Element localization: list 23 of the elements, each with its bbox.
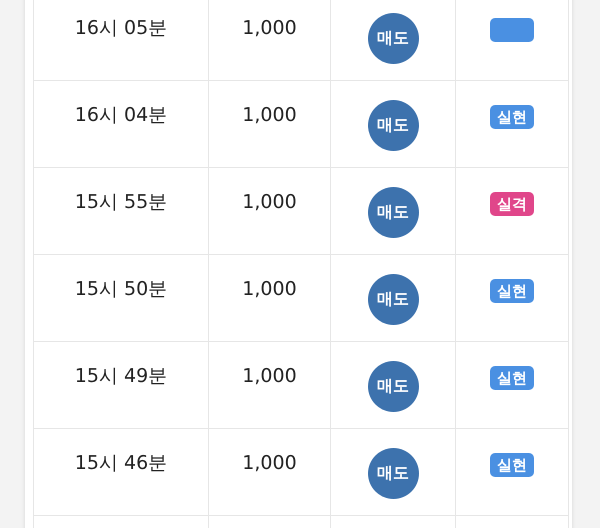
sell-button[interactable]: 매도 [368, 187, 418, 238]
amount-text: 1,000 [242, 364, 297, 388]
result-badge: 실격 [490, 192, 534, 216]
time-text: 15시 46분 [74, 451, 168, 475]
result-badge: 실현 [490, 366, 534, 390]
amount-text: 1,000 [242, 16, 297, 40]
result-badge: 실현 [490, 279, 534, 303]
time-text: 15시 49분 [74, 364, 168, 388]
amount-text: 1,000 [242, 103, 297, 127]
time-text: 15시 55분 [74, 190, 168, 214]
result-badge: 실현 [490, 453, 534, 477]
sell-button[interactable]: 매도 [368, 448, 418, 499]
amount-text: 1,000 [242, 190, 297, 214]
sell-button[interactable]: 매도 [368, 274, 418, 325]
sell-button[interactable]: 매도 [368, 361, 418, 412]
result-badge: 실현 [490, 105, 534, 129]
sell-button[interactable]: 매도 [368, 13, 418, 64]
amount-text: 1,000 [242, 451, 297, 475]
time-text: 16시 04분 [74, 103, 168, 127]
time-text: 15시 50분 [74, 277, 168, 301]
sell-button[interactable]: 매도 [368, 100, 418, 151]
time-text: 16시 05분 [74, 16, 168, 40]
amount-text: 1,000 [242, 277, 297, 301]
